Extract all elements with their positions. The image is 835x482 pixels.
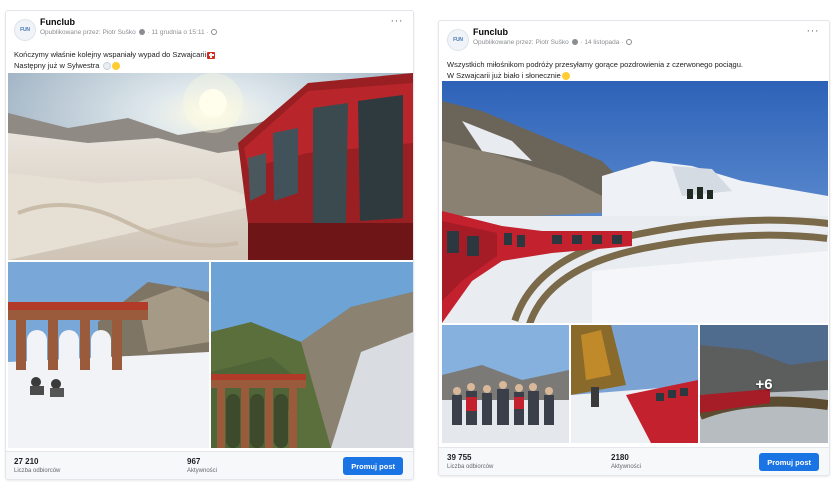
post-stats-bar: 39 755 Liczba odbiorców 2180 Aktywności … bbox=[439, 447, 829, 475]
post-meta: Opublikowane przez: Piotr Suško · 14 lis… bbox=[473, 38, 821, 48]
caption-line-1: Kończymy właśnie kolejny wspaniały wypad… bbox=[14, 50, 207, 59]
more-photos-overlay[interactable]: +6 bbox=[700, 325, 828, 443]
globe-icon bbox=[626, 39, 633, 46]
page-name[interactable]: Funclub bbox=[473, 27, 821, 38]
post-photo-group[interactable] bbox=[442, 325, 569, 443]
post-date[interactable]: 11 grudnia o 15:11 bbox=[151, 29, 204, 36]
engagement-label: Aktywności bbox=[611, 464, 642, 470]
more-options-icon[interactable]: ··· bbox=[391, 15, 404, 27]
train-valley-image bbox=[8, 73, 413, 260]
post-photo-gorge[interactable] bbox=[211, 262, 413, 448]
post-photo-more[interactable]: +6 bbox=[700, 325, 828, 443]
post-photo-main[interactable] bbox=[8, 73, 413, 260]
engagement-value: 967 bbox=[187, 457, 201, 466]
promote-post-button[interactable]: Promuj post bbox=[343, 457, 403, 475]
reach-value: 39 755 bbox=[447, 453, 472, 462]
page-avatar[interactable]: FUN bbox=[14, 19, 36, 41]
promote-post-button[interactable]: Promuj post bbox=[759, 453, 819, 471]
post-photo-autumn-train[interactable] bbox=[571, 325, 698, 443]
reach-stat[interactable]: 27 210 Liczba odbiorców bbox=[14, 457, 60, 476]
engagement-stat[interactable]: 967 Aktywności bbox=[187, 457, 217, 476]
autumn-train-image bbox=[571, 325, 698, 443]
reach-value: 27 210 bbox=[14, 457, 39, 466]
post-caption: Wszystkich miłośnikom podróży przesyłamy… bbox=[439, 57, 829, 81]
post-meta: Opublikowane przez: Piotr Suško · 11 gru… bbox=[40, 28, 405, 38]
post-card-1: FUN Funclub Opublikowane przez: Piotr Su… bbox=[5, 10, 414, 480]
globe-icon bbox=[211, 29, 218, 36]
post-header: FUN Funclub Opublikowane przez: Piotr Su… bbox=[439, 21, 829, 57]
more-options-icon[interactable]: ··· bbox=[807, 25, 820, 37]
engagement-stat[interactable]: 2180 Aktywności bbox=[611, 453, 641, 472]
post-card-2: FUN Funclub Opublikowane przez: Piotr Su… bbox=[438, 20, 830, 476]
post-date[interactable]: 14 listopada bbox=[584, 39, 619, 46]
reach-stat[interactable]: 39 755 Liczba odbiorców bbox=[447, 453, 493, 472]
page-avatar[interactable]: FUN bbox=[447, 29, 469, 51]
page-name[interactable]: Funclub bbox=[40, 17, 405, 28]
post-photo-main[interactable] bbox=[442, 81, 828, 323]
post-stats-bar: 27 210 Liczba odbiorców 967 Aktywności P… bbox=[6, 451, 413, 479]
caption-line-2: W Szwajcarii już biało i słonecznie bbox=[447, 71, 561, 80]
post-caption: Kończymy właśnie kolejny wspaniały wypad… bbox=[6, 47, 413, 71]
snowflake-icon bbox=[102, 62, 111, 71]
info-icon[interactable] bbox=[571, 39, 578, 46]
swiss-flag-icon bbox=[207, 51, 216, 59]
published-by: Opublikowane przez: Piotr Suško bbox=[40, 29, 136, 36]
post-photo-viaduct[interactable] bbox=[8, 262, 209, 448]
info-icon[interactable] bbox=[138, 29, 145, 36]
reach-label: Liczba odbiorców bbox=[14, 468, 61, 474]
caption-line-1: Wszystkich miłośnikom podróży przesyłamy… bbox=[447, 60, 743, 69]
sun-emoji-icon bbox=[561, 72, 570, 81]
viaduct-sledge-image bbox=[8, 262, 209, 448]
caption-line-2: Następny już w Sylwestra bbox=[14, 61, 100, 70]
group-photo-image bbox=[442, 325, 569, 443]
engagement-value: 2180 bbox=[611, 453, 629, 462]
reach-label: Liczba odbiorców bbox=[447, 464, 494, 470]
red-train-curve-image bbox=[442, 81, 828, 323]
post-header: FUN Funclub Opublikowane przez: Piotr Su… bbox=[6, 11, 413, 47]
published-by: Opublikowane przez: Piotr Suško bbox=[473, 39, 569, 46]
engagement-label: Aktywności bbox=[187, 468, 218, 474]
smile-icon bbox=[111, 62, 120, 71]
gorge-viaduct-image bbox=[211, 262, 413, 448]
